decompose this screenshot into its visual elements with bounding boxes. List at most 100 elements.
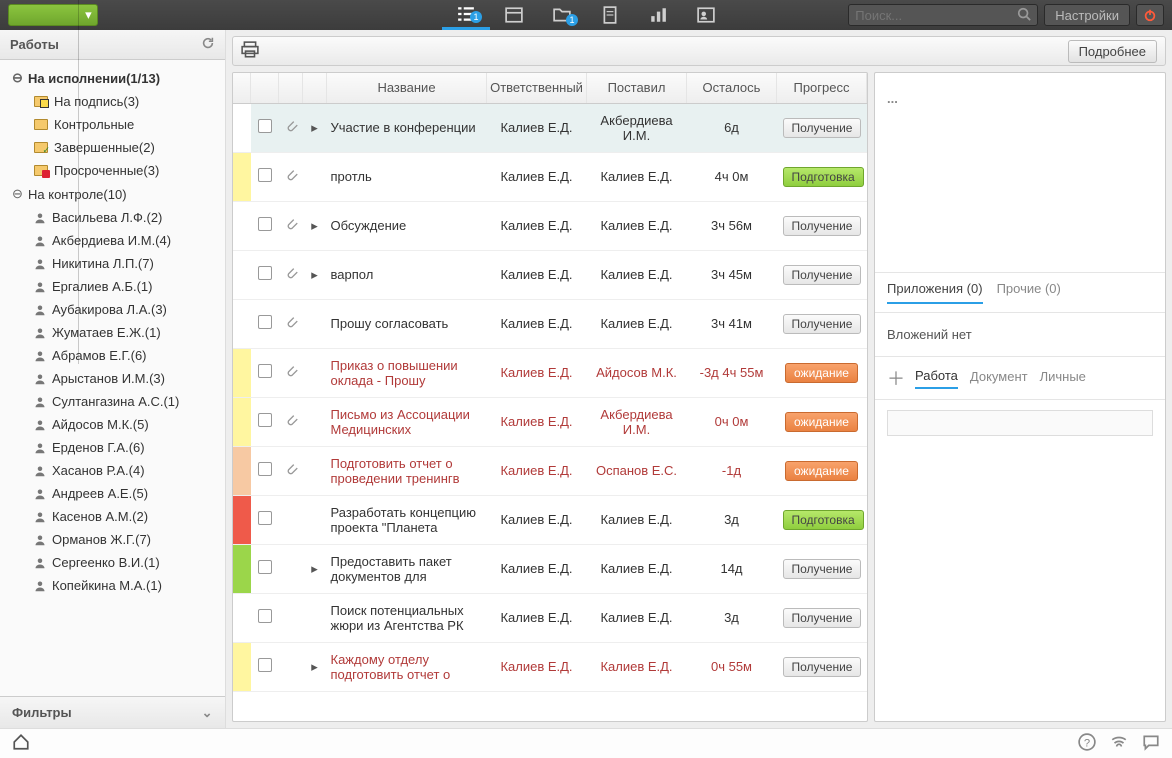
tree-item[interactable]: Аубакирова Л.А.(3) bbox=[28, 298, 221, 321]
nav-list-icon[interactable]: 1 bbox=[442, 0, 490, 30]
print-icon[interactable] bbox=[241, 41, 259, 62]
settings-button[interactable]: Настройки bbox=[1044, 4, 1130, 26]
nav-contact-icon[interactable] bbox=[682, 0, 730, 30]
tree-item[interactable]: Завершенные(2) bbox=[28, 136, 221, 159]
tree-item[interactable]: Ергалиев А.Б.(1) bbox=[28, 275, 221, 298]
tree-item[interactable]: Султангазина А.С.(1) bbox=[28, 390, 221, 413]
expand-icon[interactable]: ▸ bbox=[310, 561, 320, 577]
create-dropdown-icon[interactable]: ▾ bbox=[79, 7, 97, 23]
tree-group[interactable]: ⊖На контроле(10) bbox=[6, 182, 221, 206]
chat-icon[interactable] bbox=[1142, 733, 1160, 754]
tree-item[interactable]: На подпись(3) bbox=[28, 90, 221, 113]
col-set[interactable]: Поставил bbox=[587, 73, 687, 103]
row-status[interactable]: Получение bbox=[783, 657, 862, 677]
row-status[interactable]: Подготовка bbox=[783, 510, 864, 530]
expand-icon[interactable]: ▸ bbox=[310, 218, 320, 234]
power-button[interactable] bbox=[1136, 4, 1164, 26]
table-row[interactable]: Подготовить отчет о проведении тренингвК… bbox=[233, 446, 867, 495]
sidebar-tree[interactable]: ⊖На исполнении(1/13)На подпись(3)Контрол… bbox=[0, 60, 225, 696]
help-icon[interactable]: ? bbox=[1078, 733, 1096, 754]
tree-item[interactable]: Хасанов Р.А.(4) bbox=[28, 459, 221, 482]
row-status[interactable]: Получение bbox=[783, 559, 862, 579]
table-row[interactable]: ▸Участие в конференцииКалиев Е.Д.Акберди… bbox=[233, 103, 867, 152]
row-checkbox[interactable] bbox=[258, 119, 272, 133]
tab-document[interactable]: Документ bbox=[970, 369, 1028, 388]
row-checkbox[interactable] bbox=[258, 168, 272, 182]
table-row[interactable]: Письмо из Ассоциации МедицинскихКалиев Е… bbox=[233, 397, 867, 446]
nav-calendar-icon[interactable] bbox=[490, 0, 538, 30]
table-row[interactable]: Поиск потенциальных жюри из Агентства РК… bbox=[233, 593, 867, 642]
tree-item[interactable]: Акбердиева И.М.(4) bbox=[28, 229, 221, 252]
row-status[interactable]: Получение bbox=[783, 265, 862, 285]
table-row[interactable]: ▸ОбсуждениеКалиев Е.Д.Калиев Е.Д.3ч 56мП… bbox=[233, 201, 867, 250]
row-status[interactable]: ожидание bbox=[785, 461, 858, 481]
tree-item[interactable]: Касенов А.М.(2) bbox=[28, 505, 221, 528]
row-checkbox[interactable] bbox=[258, 658, 272, 672]
plus-icon[interactable]: ＋ bbox=[887, 365, 903, 391]
tree-item[interactable]: Ерденов Г.А.(6) bbox=[28, 436, 221, 459]
tree-item[interactable]: Просроченные(3) bbox=[28, 159, 221, 182]
col-progress[interactable]: Прогресс bbox=[777, 73, 867, 103]
tab-personal[interactable]: Личные bbox=[1040, 369, 1086, 388]
table-row[interactable]: ▸Каждому отделу подготовить отчет оКалие… bbox=[233, 642, 867, 691]
col-name[interactable]: Название bbox=[327, 73, 487, 103]
tab-attachments[interactable]: Приложения (0) bbox=[887, 281, 983, 304]
wifi-icon[interactable] bbox=[1110, 733, 1128, 754]
nav-doc-icon[interactable] bbox=[586, 0, 634, 30]
row-checkbox[interactable] bbox=[258, 511, 272, 525]
col-left[interactable]: Осталось bbox=[687, 73, 777, 103]
tree-group[interactable]: ⊖На исполнении(1/13) bbox=[6, 66, 221, 90]
tree-item[interactable]: Андреев А.Е.(5) bbox=[28, 482, 221, 505]
row-status[interactable]: Получение bbox=[783, 216, 862, 236]
table-row[interactable]: протльКалиев Е.Д.Калиев Е.Д.4ч 0мПодгото… bbox=[233, 152, 867, 201]
row-checkbox[interactable] bbox=[258, 413, 272, 427]
create-button[interactable]: Создать ▾ bbox=[8, 4, 98, 26]
row-status[interactable]: Подготовка bbox=[783, 167, 864, 187]
col-resp[interactable]: Ответственный bbox=[487, 73, 587, 103]
row-status[interactable]: Получение bbox=[783, 608, 862, 628]
expand-icon[interactable]: ▸ bbox=[310, 267, 320, 283]
tree-item[interactable]: Контрольные bbox=[28, 113, 221, 136]
tree-item[interactable]: Васильева Л.Ф.(2) bbox=[28, 206, 221, 229]
tree-item[interactable]: Жуматаев Е.Ж.(1) bbox=[28, 321, 221, 344]
row-checkbox[interactable] bbox=[258, 315, 272, 329]
row-status[interactable]: Получение bbox=[783, 314, 862, 334]
row-status[interactable]: ожидание bbox=[785, 412, 858, 432]
tree-item[interactable]: Арыстанов И.М.(3) bbox=[28, 367, 221, 390]
table-row[interactable]: Прошу согласоватьКалиев Е.Д.Калиев Е.Д.3… bbox=[233, 299, 867, 348]
home-icon[interactable] bbox=[12, 733, 30, 754]
nav-chart-icon[interactable] bbox=[634, 0, 682, 30]
rp-comment-input[interactable] bbox=[887, 410, 1153, 436]
row-checkbox[interactable] bbox=[258, 364, 272, 378]
table-row[interactable]: ▸варполКалиев Е.Д.Калиев Е.Д.3ч 45мПолуч… bbox=[233, 250, 867, 299]
tree-item[interactable]: Орманов Ж.Г.(7) bbox=[28, 528, 221, 551]
tree-item[interactable]: Никитина Л.П.(7) bbox=[28, 252, 221, 275]
nav-folder-icon[interactable]: 1 bbox=[538, 0, 586, 30]
table-row[interactable]: Разработать концепцию проекта "ПланетаКа… bbox=[233, 495, 867, 544]
search-box[interactable] bbox=[848, 4, 1038, 26]
tree-item[interactable]: Абрамов Е.Г.(6) bbox=[28, 344, 221, 367]
row-checkbox[interactable] bbox=[258, 462, 272, 476]
toggle-icon[interactable]: ⊖ bbox=[12, 186, 22, 202]
detail-button[interactable]: Подробнее bbox=[1068, 40, 1157, 63]
table-row[interactable]: ▸Предоставить пакет документов дляКалиев… bbox=[233, 544, 867, 593]
expand-icon[interactable]: ▸ bbox=[310, 659, 320, 675]
toggle-icon[interactable]: ⊖ bbox=[12, 70, 22, 86]
row-checkbox[interactable] bbox=[258, 266, 272, 280]
tree-item[interactable]: Сергеенко В.И.(1) bbox=[28, 551, 221, 574]
search-input[interactable] bbox=[855, 8, 1005, 23]
search-icon[interactable] bbox=[1017, 7, 1031, 24]
row-status[interactable]: ожидание bbox=[785, 363, 858, 383]
refresh-icon[interactable] bbox=[201, 36, 215, 53]
row-checkbox[interactable] bbox=[258, 609, 272, 623]
row-status[interactable]: Получение bbox=[783, 118, 862, 138]
row-checkbox[interactable] bbox=[258, 560, 272, 574]
tab-other[interactable]: Прочие (0) bbox=[997, 281, 1061, 304]
filters-header[interactable]: Фильтры ⌄ bbox=[0, 696, 225, 728]
tree-item[interactable]: Айдосов М.К.(5) bbox=[28, 413, 221, 436]
row-checkbox[interactable] bbox=[258, 217, 272, 231]
tab-work[interactable]: Работа bbox=[915, 368, 958, 389]
expand-icon[interactable]: ▸ bbox=[310, 120, 320, 136]
tree-item[interactable]: Копейкина М.А.(1) bbox=[28, 574, 221, 597]
table-wrap[interactable]: Название Ответственный Поставил Осталось… bbox=[232, 72, 869, 722]
